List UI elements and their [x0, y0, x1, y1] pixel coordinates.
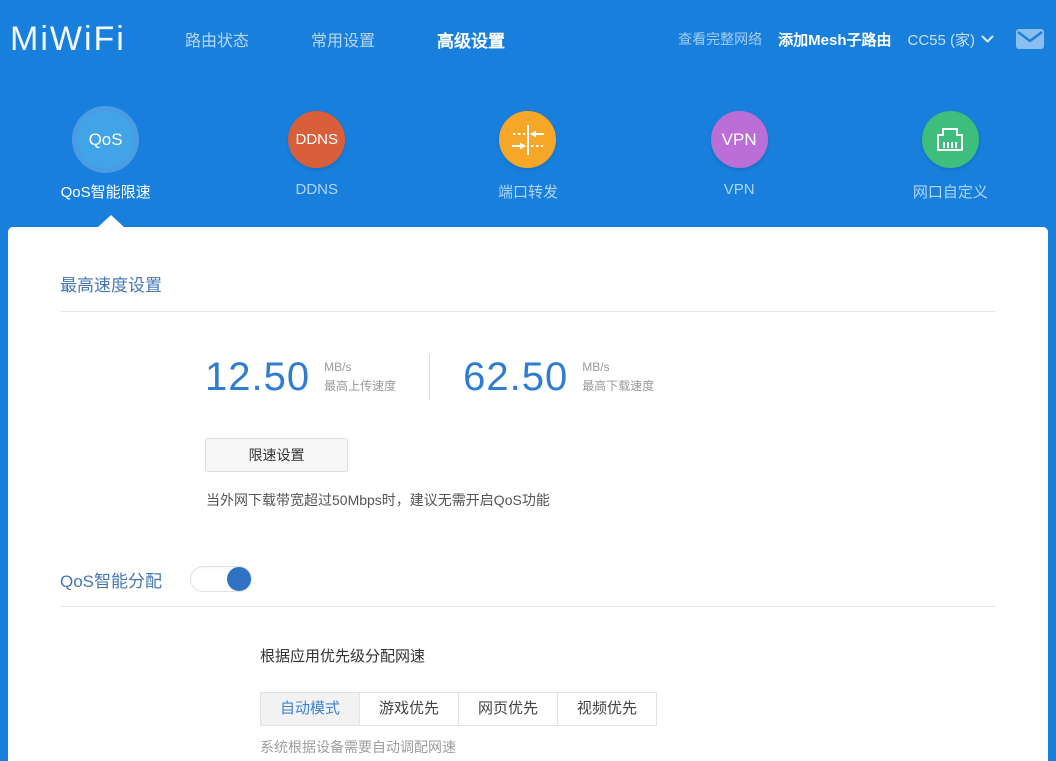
- vpn-icon-text: VPN: [722, 130, 757, 150]
- upload-speed-caption: 最高上传速度: [324, 377, 396, 394]
- chevron-down-icon: [981, 35, 994, 44]
- icon-nav-ddns-label: DDNS: [296, 181, 339, 198]
- speed-row: 12.50 MB/s 最高上传速度 62.50 MB/s 最高下载速度: [205, 354, 996, 400]
- miwifi-logo: MiWiFi: [10, 20, 185, 59]
- device-selector[interactable]: CC55 (家): [907, 29, 994, 50]
- tab-game-priority[interactable]: 游戏优先: [359, 692, 459, 726]
- icon-nav-port-forward[interactable]: 端口转发: [422, 78, 633, 202]
- icon-nav-port-forward-label: 端口转发: [498, 181, 558, 202]
- download-speed-block: 62.50 MB/s 最高下载速度: [463, 355, 654, 400]
- icon-nav-ddns[interactable]: DDNS DDNS: [211, 78, 422, 198]
- divider: [60, 311, 996, 312]
- icon-nav-ethernet[interactable]: 网口自定义: [845, 78, 1056, 202]
- nav-common-settings[interactable]: 常用设置: [311, 27, 375, 51]
- speed-section-title: 最高速度设置: [60, 227, 996, 296]
- speed-note: 当外网下载带宽超过50Mbps时，建议无需开启QoS功能: [206, 490, 996, 510]
- download-speed-value: 62.50: [463, 355, 568, 400]
- upload-speed-block: 12.50 MB/s 最高上传速度: [205, 355, 396, 400]
- content-card: 最高速度设置 12.50 MB/s 最高上传速度 62.50 MB/s 最高下载…: [8, 227, 1048, 761]
- allocation-subtitle: 根据应用优先级分配网速: [260, 645, 996, 666]
- view-full-network-link[interactable]: 查看完整网络: [678, 29, 762, 49]
- vertical-divider: [429, 354, 430, 400]
- ddns-icon-text: DDNS: [296, 131, 339, 148]
- main-nav: 路由状态 常用设置 高级设置: [185, 27, 505, 52]
- qos-allocation-header: QoS智能分配: [60, 566, 996, 592]
- advanced-settings-icon-nav: QoS QoS智能限速 DDNS DDNS 端口转发 VPN VPN: [0, 78, 1056, 227]
- nav-advanced-settings[interactable]: 高级设置: [437, 27, 505, 52]
- upload-speed-value: 12.50: [205, 355, 310, 400]
- device-name: CC55 (家): [907, 29, 975, 50]
- topbar-right: 查看完整网络 添加Mesh子路由 CC55 (家): [678, 28, 1044, 50]
- qos-section-title: QoS智能分配: [60, 567, 162, 592]
- icon-nav-qos[interactable]: QoS QoS智能限速: [0, 78, 211, 202]
- qos-icon: QoS: [77, 111, 134, 168]
- add-mesh-link[interactable]: 添加Mesh子路由: [778, 29, 891, 50]
- qos-toggle-knob: [227, 567, 251, 591]
- port-forward-icon: [499, 111, 556, 168]
- priority-mode-tabs: 自动模式 游戏优先 网页优先 视频优先: [260, 692, 996, 726]
- mail-icon[interactable]: [1016, 28, 1044, 50]
- download-speed-caption: 最高下载速度: [582, 377, 654, 394]
- tabs-caption: 系统根据设备需要自动调配网速: [260, 737, 996, 757]
- tab-web-priority[interactable]: 网页优先: [458, 692, 558, 726]
- download-speed-unit: MB/s: [582, 360, 654, 374]
- tab-video-priority[interactable]: 视频优先: [557, 692, 657, 726]
- tab-auto-mode[interactable]: 自动模式: [260, 692, 360, 726]
- card-notch: [98, 215, 124, 227]
- speed-limit-button[interactable]: 限速设置: [205, 438, 348, 472]
- divider: [60, 606, 996, 607]
- icon-nav-qos-label: QoS智能限速: [61, 181, 151, 202]
- ethernet-port-icon: [922, 111, 979, 168]
- vpn-icon: VPN: [711, 111, 768, 168]
- top-navbar: MiWiFi 路由状态 常用设置 高级设置 查看完整网络 添加Mesh子路由 C…: [0, 0, 1056, 78]
- qos-icon-text: QoS: [89, 130, 123, 150]
- upload-speed-unit: MB/s: [324, 360, 396, 374]
- icon-nav-vpn-label: VPN: [724, 181, 755, 198]
- qos-toggle[interactable]: [190, 566, 252, 592]
- icon-nav-vpn[interactable]: VPN VPN: [634, 78, 845, 198]
- ddns-icon: DDNS: [288, 111, 345, 168]
- nav-router-status[interactable]: 路由状态: [185, 27, 249, 51]
- icon-nav-ethernet-label: 网口自定义: [913, 181, 988, 202]
